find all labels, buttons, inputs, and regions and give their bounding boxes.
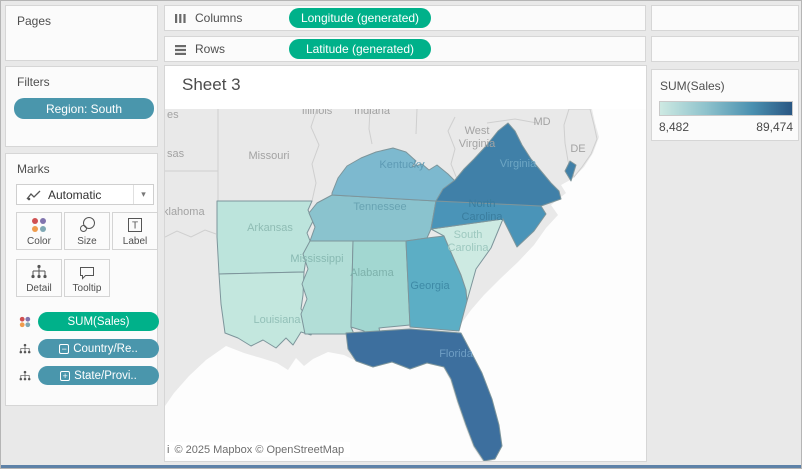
- label-north-carolina-2: Carolina: [462, 211, 504, 223]
- rows-icon: [174, 44, 187, 55]
- color-dots-icon: [18, 315, 32, 329]
- map-view[interactable]: Missouri Illinois Indiana klahoma sas es…: [165, 109, 646, 461]
- collapse-box-icon[interactable]: −: [59, 344, 69, 354]
- detail-hierarchy-icon: [29, 262, 49, 282]
- detail-hierarchy-icon: [18, 369, 32, 383]
- pill-longitude-label: Longitude (generated): [301, 11, 419, 25]
- chevron-down-icon[interactable]: ▾: [133, 185, 153, 204]
- svg-text:T: T: [132, 221, 138, 232]
- label-west-virginia-1: West: [465, 125, 490, 137]
- tooltip-bubble-icon: [77, 262, 97, 282]
- info-icon: i: [167, 444, 169, 456]
- size-circles-icon: [77, 215, 97, 235]
- mark-type-dropdown[interactable]: Automatic ▾: [16, 184, 154, 205]
- rows-shelf[interactable]: Rows Latitude (generated): [164, 36, 646, 62]
- pill-country-region-label: Country/Re..: [73, 343, 138, 355]
- marks-pill-row: − Country/Re..: [18, 339, 159, 358]
- rows-shelf-extension[interactable]: [651, 36, 799, 62]
- columns-shelf-label: Columns: [195, 11, 242, 25]
- color-legend-card: SUM(Sales) 8,482 89,474: [651, 69, 799, 141]
- pill-latitude-label: Latitude (generated): [306, 42, 414, 56]
- automatic-mark-icon: [26, 189, 42, 201]
- label-louisiana: Louisiana: [253, 314, 301, 326]
- marks-pill-row: + State/Provi..: [18, 366, 159, 385]
- label-north-carolina-1: North: [469, 198, 496, 210]
- rows-shelf-label: Rows: [195, 42, 225, 56]
- expand-box-icon[interactable]: +: [60, 371, 70, 381]
- legend-min: 8,482: [659, 120, 689, 134]
- pill-state-province[interactable]: + State/Provi..: [38, 366, 159, 385]
- pill-longitude[interactable]: Longitude (generated): [289, 8, 431, 28]
- legend-range: 8,482 89,474: [659, 120, 793, 134]
- map-attribution: i © 2025 Mapbox © OpenStreetMap: [165, 442, 350, 457]
- pill-state-province-label: State/Provi..: [74, 370, 137, 382]
- state-alabama[interactable]: [351, 241, 410, 341]
- legend-max: 89,474: [756, 120, 793, 134]
- columns-icon: [174, 13, 187, 24]
- detail-button-label: Detail: [26, 283, 52, 294]
- size-button-label: Size: [77, 236, 96, 247]
- label-virginia: Virginia: [500, 158, 537, 170]
- label-de: DE: [570, 143, 585, 155]
- marks-title: Marks: [6, 154, 157, 176]
- tableau-window: Pages Filters Region: South Marks Automa…: [0, 0, 802, 469]
- pill-sum-sales[interactable]: SUM(Sales): [38, 312, 159, 331]
- sheet-title[interactable]: Sheet 3: [182, 75, 241, 95]
- detail-button[interactable]: Detail: [16, 259, 62, 297]
- label-south-carolina-2: Carolina: [448, 242, 490, 254]
- tooltip-button-label: Tooltip: [73, 283, 102, 294]
- filters-title: Filters: [6, 67, 157, 89]
- label-alabama: Alabama: [350, 267, 394, 279]
- label-indiana: Indiana: [354, 109, 391, 117]
- label-kansas: sas: [167, 148, 185, 160]
- label-illinois: Illinois: [302, 109, 333, 117]
- label-button-label: Label: [123, 236, 147, 247]
- legend-gradient-bar[interactable]: [659, 101, 793, 116]
- label-florida: Florida: [439, 348, 474, 360]
- pill-latitude[interactable]: Latitude (generated): [289, 39, 431, 59]
- window-bottom-edge: [1, 465, 802, 468]
- legend-title: SUM(Sales): [652, 70, 798, 93]
- filters-shelf[interactable]: Filters Region: South: [5, 66, 158, 147]
- detail-hierarchy-icon: [18, 342, 32, 356]
- pill-sum-sales-label: SUM(Sales): [68, 316, 130, 328]
- color-button[interactable]: Color: [16, 212, 62, 250]
- size-button[interactable]: Size: [64, 212, 110, 250]
- label-t-icon: T: [125, 215, 145, 235]
- pages-shelf[interactable]: Pages: [5, 5, 158, 61]
- label-oklahoma: klahoma: [165, 206, 205, 218]
- columns-shelf-extension[interactable]: [651, 5, 799, 31]
- filter-pill-region-south[interactable]: Region: South: [14, 98, 154, 119]
- label-tennessee: Tennessee: [353, 201, 406, 213]
- label-button[interactable]: T Label: [112, 212, 158, 250]
- pages-title: Pages: [6, 6, 157, 28]
- color-button-label: Color: [27, 236, 51, 247]
- columns-shelf[interactable]: Columns Longitude (generated): [164, 5, 646, 31]
- label-mississippi: Mississippi: [290, 253, 343, 265]
- marks-pill-row: SUM(Sales): [18, 312, 159, 331]
- label-georgia: Georgia: [410, 280, 450, 292]
- label-west-virginia-2: Virginia: [459, 138, 496, 150]
- color-dots-icon: [29, 215, 49, 235]
- mark-type-label: Automatic: [48, 188, 133, 202]
- pill-country-region[interactable]: − Country/Re..: [38, 339, 159, 358]
- tooltip-button[interactable]: Tooltip: [64, 259, 110, 297]
- marks-card: Marks Automatic ▾ Color Size T: [5, 153, 158, 406]
- label-es: es: [167, 109, 179, 121]
- filter-pill-label: Region: South: [46, 102, 122, 116]
- label-south-carolina-1: South: [454, 229, 483, 241]
- label-md: MD: [533, 116, 550, 128]
- attribution-text: © 2025 Mapbox © OpenStreetMap: [174, 444, 344, 456]
- label-kentucky: Kentucky: [379, 159, 425, 171]
- label-missouri: Missouri: [249, 150, 290, 162]
- label-arkansas: Arkansas: [247, 222, 293, 234]
